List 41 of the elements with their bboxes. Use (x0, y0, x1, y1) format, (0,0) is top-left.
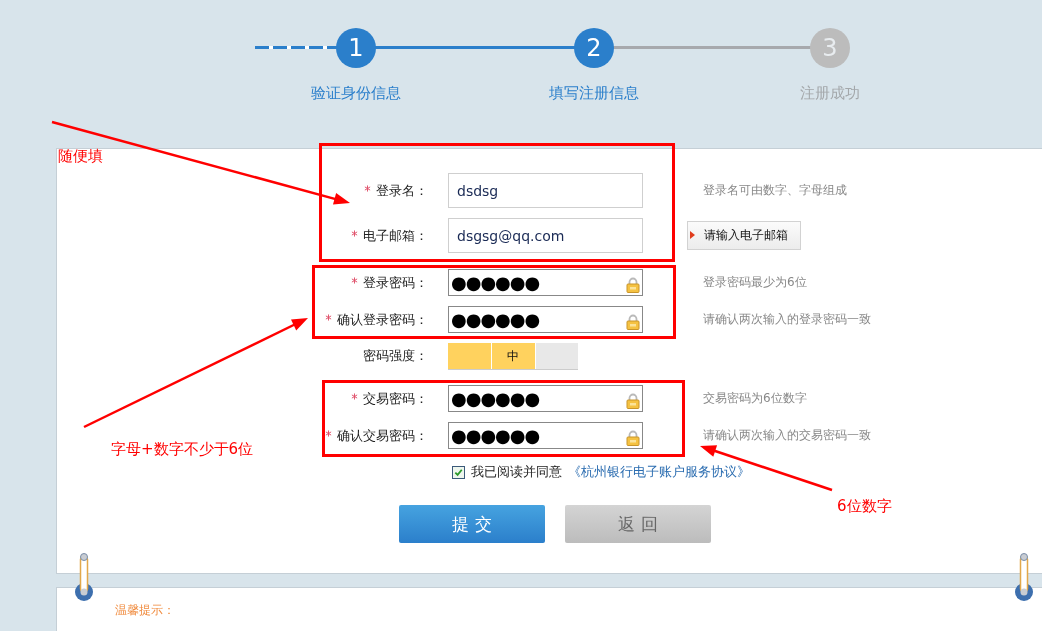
field-label: 登录密码： (363, 273, 428, 292)
annotation-text: 字母+数字不少于6位 (111, 440, 254, 459)
annotation-text: 6位数字 (837, 497, 892, 516)
field-label: 确认登录密码： (337, 310, 428, 329)
password-input[interactable]: ●●●●●● (449, 388, 613, 409)
annotation-text: 随便填 (58, 147, 103, 166)
lock-icon (626, 277, 640, 293)
agree-text: 我已阅读并同意 (471, 463, 562, 481)
tips-title: 温馨提示： (115, 602, 175, 619)
back-button[interactable]: 返 回 (565, 505, 711, 543)
step-label: 验证身份信息 (311, 84, 401, 103)
hint-text: 交易密码为6位数字 (703, 390, 807, 407)
password-input[interactable]: ●●●●●● (449, 425, 613, 446)
password-field[interactable]: ●●●●●● (448, 306, 643, 333)
password-field[interactable]: ●●●●●● (448, 422, 643, 449)
lock-icon (626, 314, 640, 330)
step-label: 填写注册信息 (549, 84, 639, 103)
lock-icon (626, 393, 640, 409)
field-label: 登录名： (376, 181, 428, 200)
agreement-link[interactable]: 《杭州银行电子账户服务协议》 (568, 463, 750, 481)
hint-text: 登录名可由数字、字母组成 (703, 182, 847, 199)
password-field[interactable]: ●●●●●● (448, 385, 643, 412)
text-field[interactable]: dsdsg (448, 173, 643, 208)
hint-tooltip: 请输入电子邮箱 (687, 221, 801, 250)
step-label: 注册成功 (800, 84, 860, 103)
lock-icon (626, 430, 640, 446)
strength-text: 中 (505, 347, 520, 365)
hint-text: 登录密码最少为6位 (703, 274, 807, 291)
step-number: 2 (574, 28, 614, 68)
password-input[interactable]: ●●●●●● (449, 309, 613, 330)
agree-checkbox[interactable] (452, 465, 465, 479)
text-field[interactable]: dsgsg@qq.com (448, 218, 643, 253)
hint-text: 请确认两次输入的登录密码一致 (703, 311, 871, 328)
step-number: 1 (336, 28, 376, 68)
field-label: 电子邮箱： (363, 226, 428, 245)
field-label: 密码强度： (363, 347, 428, 365)
hint-text: 请确认两次输入的交易密码一致 (703, 427, 871, 444)
password-input[interactable]: ●●●●●● (449, 272, 613, 293)
field-label: 确认交易密码： (337, 426, 428, 445)
field-label: 交易密码： (363, 389, 428, 408)
password-field[interactable]: ●●●●●● (448, 269, 643, 296)
